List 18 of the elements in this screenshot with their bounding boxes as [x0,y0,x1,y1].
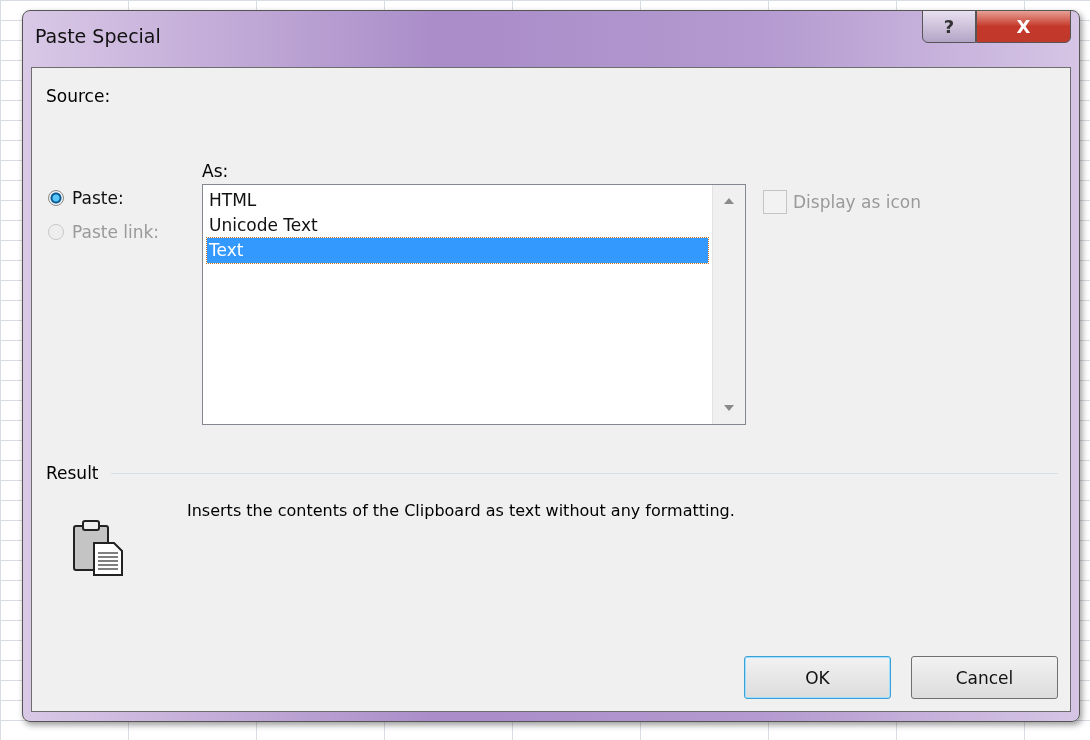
result-label: Result [46,463,99,483]
checkbox-label: Display as icon [793,192,921,212]
help-button[interactable]: ? [922,10,976,43]
radio-label: Paste: [72,188,124,208]
scroll-up-icon[interactable] [723,197,735,205]
list-item[interactable]: Unicode Text [207,213,708,238]
source-label: Source: [46,86,111,106]
close-button[interactable]: X [976,10,1071,43]
list-item[interactable]: HTML [207,188,708,213]
window-title: Paste Special [35,25,161,47]
radio-button[interactable] [48,190,64,206]
scroll-down-icon[interactable] [723,404,735,412]
cancel-button[interactable]: Cancel [911,656,1058,699]
result-description: Inserts the contents of the Clipboard as text without any formatting. [187,501,735,520]
scrollbar[interactable] [712,185,745,424]
as-label: As: [202,161,229,181]
ok-button[interactable]: OK [744,656,891,699]
radio-label: Paste link: [72,222,160,242]
